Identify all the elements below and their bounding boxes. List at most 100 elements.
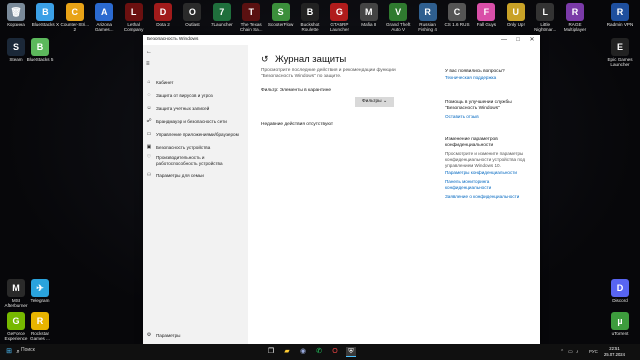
desktop-icon-label: 7Launcher [210, 22, 233, 27]
app-icon: B [31, 38, 49, 56]
sidebar-item-device-security[interactable]: ▣ Безопасность устройства [146, 143, 211, 151]
desktop-icon-label: Counter-Stri... 2 [60, 22, 90, 33]
desktop-icon[interactable]: C CS 1.6 RUS [441, 3, 473, 27]
desktop-icon[interactable]: V Grand Theft Auto V [382, 3, 414, 32]
sidebar-item-settings[interactable]: ⚙ Параметры [146, 331, 181, 339]
chip-icon: ▣ [146, 144, 152, 150]
app-icon: V [389, 3, 408, 21]
sidebar-item-label: Управление приложениями/браузером [156, 131, 239, 137]
window-titlebar: Безопасность Windows — □ ✕ [143, 35, 540, 45]
desktop-icon[interactable]: R Rockstar Games ... [24, 312, 56, 341]
person-icon: ☺ [146, 105, 152, 111]
sidebar-item-family-options[interactable]: ⚇ Параметры для семьи [146, 171, 204, 179]
desktop-icon[interactable]: G GTA5RP Launcher [323, 3, 355, 32]
app-icon: 🗑 [7, 3, 25, 21]
privacy-dashboard-link[interactable]: Панель мониторинга конфиденциальности [445, 179, 520, 191]
desktop-icon-label: Russian Fishing 4 [418, 22, 437, 33]
desktop-icon[interactable]: O Outlast [176, 3, 208, 27]
desktop-icon-label: Telegram [30, 298, 50, 303]
desktop-icon-label: CS 1.6 RUS [444, 22, 470, 27]
desktop-icon[interactable]: ✈ Telegram [24, 279, 56, 303]
desktop-icon[interactable]: L Lethal Company [118, 3, 150, 32]
sidebar-item-virus-protection[interactable]: ◌ Защита от вирусов и угроз [146, 91, 213, 99]
clock-date: 25.07.2024 [604, 351, 625, 357]
app-icon: A [95, 3, 114, 21]
taskbar-clock[interactable]: 22:51 25.07.2024 [604, 346, 625, 357]
desktop-icon[interactable]: F Fall Guys [470, 3, 502, 27]
desktop-icon[interactable]: D Discord [604, 279, 636, 303]
history-icon: ↺ [261, 54, 269, 64]
filters-button[interactable]: Фильтры ⌄ [355, 97, 394, 107]
app-icon: R [31, 312, 49, 330]
desktop-icon-label: Dota 2 [156, 22, 170, 27]
whatsapp-icon[interactable]: ✆ [314, 347, 324, 357]
desktop-icon[interactable]: L Little Nightmar... [529, 3, 561, 32]
hamburger-menu-icon[interactable]: ≡ [146, 60, 150, 68]
desktop-icon-label: Buckshot Roulette [300, 22, 320, 33]
sidebar-item-label: Параметры [156, 332, 181, 338]
sidebar-item-device-performance[interactable]: ♡ Производительность и работоспособность… [146, 154, 246, 169]
desktop-icon[interactable]: 🗑 Корзина [0, 3, 32, 27]
app-icon: G [7, 312, 25, 330]
desktop-icon-label: BlueStacks X [31, 22, 60, 27]
sidebar: ← ≡ ⌂ Кабинет ◌ Защита от вирусов и угро… [143, 45, 248, 344]
desktop-icon[interactable]: E Epic Games Launcher [604, 38, 636, 67]
app-icon: D [611, 279, 629, 297]
close-button[interactable]: ✕ [526, 36, 538, 44]
app-icon: C [448, 3, 466, 21]
tech-support-link[interactable]: Техническая поддержка [445, 75, 535, 81]
desktop-icon[interactable]: B BlueStacks 5 [24, 38, 56, 62]
sidebar-item-label: Брандмауэр и безопасность сети [156, 118, 227, 124]
feedback-link[interactable]: Оставить отзыв [445, 114, 535, 120]
volume-icon[interactable]: ♪ [576, 349, 579, 355]
desktop-icon[interactable]: 7 7Launcher [206, 3, 238, 27]
desktop-icon-label: Корзина [7, 22, 25, 27]
desktop-icon[interactable]: R Radmin VPN [604, 3, 636, 27]
desktop-icon-label: RAGE Multiplayer [563, 22, 587, 33]
privacy-description: Просмотрите и измените параметры конфиде… [445, 151, 525, 168]
sidebar-item-label: Производительность и работоспособность у… [156, 155, 223, 166]
opera-icon[interactable]: O [330, 347, 340, 357]
file-explorer-icon[interactable]: ▰ [282, 347, 292, 357]
task-view-icon[interactable]: ❐ [266, 347, 276, 357]
windows-security-icon[interactable]: ⛨ [346, 347, 356, 357]
language-indicator[interactable]: РУС [589, 349, 598, 354]
sidebar-item-app-browser-control[interactable]: ▭ Управление приложениями/браузером [146, 130, 239, 138]
desktop-icon[interactable]: A Arizona Games... [88, 3, 120, 32]
sidebar-item-label: Кабинет [156, 79, 174, 85]
app-icon: S [7, 38, 25, 56]
app-icon: F [477, 3, 496, 21]
desktop-icon[interactable]: C Counter-Stri... 2 [59, 3, 91, 32]
privacy-settings-link[interactable]: Параметры конфиденциальности [445, 170, 535, 176]
sidebar-item-label: Защита учетных записей [156, 105, 210, 111]
empty-state-message: Недавние действия отсутствуют [261, 122, 334, 127]
sidebar-item-account-protection[interactable]: ☺ Защита учетных записей [146, 104, 209, 112]
taskbar-search[interactable]: Поиск [21, 347, 35, 353]
sidebar-item-firewall[interactable]: ☍ Брандмауэр и безопасность сети [146, 117, 227, 125]
sidebar-item-home[interactable]: ⌂ Кабинет [146, 78, 173, 86]
main-content: ↺ Журнал защиты Просмотрите последние де… [248, 45, 540, 344]
desktop-icon-label: Outlast [185, 22, 200, 27]
sidebar-item-label: Защита от вирусов и угроз [156, 92, 213, 98]
desktop-icon-label: Epic Games Launcher [607, 57, 633, 68]
minimize-button[interactable]: — [498, 36, 510, 44]
desktop-icon[interactable]: B BlueStacks X [29, 3, 61, 27]
desktop-icon[interactable]: µ uTorrent [604, 312, 636, 336]
steam-icon[interactable]: ◉ [298, 347, 308, 357]
desktop-icon[interactable]: D Dota 2 [147, 3, 179, 27]
privacy-statement-link[interactable]: Заявление о конфиденциальности [445, 194, 535, 200]
desktop-icon[interactable]: B Buckshot Roulette [294, 3, 326, 32]
desktop-icon[interactable]: R RAGE Multiplayer [559, 3, 591, 32]
desktop-icon[interactable]: T The Texas Chain Sa... [235, 3, 267, 32]
desktop-icon[interactable]: M Mafia II [353, 3, 385, 27]
back-arrow-icon[interactable]: ← [146, 48, 152, 56]
network-icon[interactable]: ▭ [568, 349, 573, 355]
desktop-icon[interactable]: R Russian Fishing 4 [412, 3, 444, 32]
desktop-icon[interactable]: U Only Up! [500, 3, 532, 27]
tray-chevron-icon[interactable]: ⌃ [560, 349, 564, 355]
privacy-section: Изменение параметров конфиденциальности … [445, 137, 535, 200]
maximize-button[interactable]: □ [512, 36, 524, 44]
browser-icon: ▭ [146, 131, 152, 137]
home-icon: ⌂ [147, 79, 151, 85]
desktop-icon[interactable]: S ScooterFlow [265, 3, 297, 27]
